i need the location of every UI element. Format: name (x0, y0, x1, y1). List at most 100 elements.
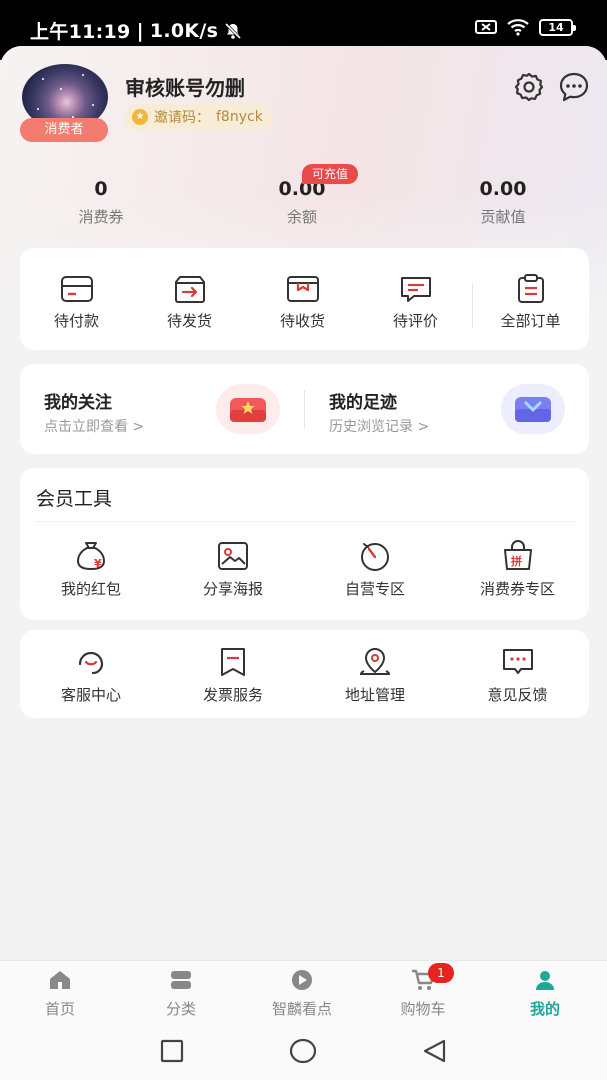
stat-label: 贡献值 (480, 208, 526, 226)
follow-footprint-card: 我的关注 点击立即查看 > 我的足迹 历史浏览记录 > (20, 364, 589, 454)
invite-label: 邀请码： (154, 110, 210, 126)
member-tools-card: 会员工具 ¥ 我的红包 分享海报 自营专区 拼 消费券专区 (20, 468, 589, 620)
tab-label: 购物车 (400, 1000, 446, 1018)
invite-code: f8nyck (216, 109, 263, 125)
order-pending-receipt[interactable]: 待收货 (246, 274, 359, 331)
category-icon (171, 971, 191, 989)
svg-text:¥: ¥ (94, 557, 102, 570)
location-pin-icon (359, 647, 391, 675)
package-icon (286, 276, 319, 302)
order-label: 待发货 (166, 312, 212, 330)
follow-subtitle: 点击立即查看 > (44, 419, 145, 435)
invoice-icon (221, 648, 245, 676)
settings-icon[interactable] (512, 70, 546, 104)
order-label: 全部订单 (500, 312, 561, 330)
timer-icon (361, 543, 389, 571)
service-customer-center[interactable]: 客服中心 (20, 646, 162, 705)
tool-coupon-zone[interactable]: 拼 消费券专区 (446, 540, 589, 599)
stat-coupons[interactable]: 0 消费券 (21, 178, 181, 227)
order-pending-shipment[interactable]: 待发货 (133, 274, 246, 331)
tab-home[interactable]: 首页 (0, 969, 120, 1019)
stat-label: 余额 (286, 208, 317, 226)
tab-label: 智麟看点 (271, 1000, 332, 1018)
service-label: 客服中心 (60, 686, 121, 704)
wifi-icon (507, 19, 529, 36)
stats-row: 0 消费券 0.00 余额 可充值 0.00 贡献值 (0, 164, 607, 234)
tool-share-poster[interactable]: 分享海报 (162, 540, 304, 599)
user-icon (536, 971, 554, 990)
home-button[interactable] (289, 1038, 317, 1064)
order-label: 待评价 (392, 312, 438, 330)
system-nav-bar (0, 1022, 607, 1080)
tab-label: 我的 (529, 1000, 560, 1018)
money-bag-icon: ¥ (77, 542, 105, 570)
tab-label: 分类 (165, 1000, 196, 1018)
wallet-card-icon (60, 276, 93, 302)
role-badge: 消费者 (20, 118, 108, 142)
follow-illustration-icon (216, 384, 280, 434)
comment-icon (400, 277, 431, 302)
tool-label: 我的红包 (60, 580, 121, 598)
status-left: 上午11:19 | 1.0K/s (30, 17, 242, 44)
headset-icon (78, 651, 104, 675)
recharge-tag[interactable]: 可充值 (302, 164, 359, 184)
order-label: 待付款 (53, 312, 99, 330)
stat-label: 消费券 (78, 208, 124, 226)
footprint-subtitle: 历史浏览记录 > (329, 419, 430, 435)
cart-badge: 1 (428, 963, 454, 983)
recents-button[interactable] (160, 1039, 184, 1063)
feedback-icon (502, 649, 533, 674)
order-pending-payment[interactable]: 待付款 (20, 274, 133, 331)
username: 审核账号勿删 (125, 76, 245, 100)
battery-icon: 14 (539, 18, 576, 36)
service-label: 地址管理 (344, 686, 405, 704)
service-invoice[interactable]: 发票服务 (162, 646, 304, 705)
service-feedback[interactable]: 意见反馈 (446, 646, 589, 705)
tab-highlights[interactable]: 智麟看点 (242, 969, 362, 1019)
tool-label: 消费券专区 (479, 580, 555, 598)
coin-icon: ★ (132, 109, 148, 125)
tab-cart[interactable]: 1 购物车 (363, 963, 483, 1019)
service-label: 意见反馈 (487, 686, 548, 704)
status-right: 14 (475, 18, 576, 36)
back-button[interactable] (422, 1039, 448, 1063)
stat-value: 0.00 (479, 178, 527, 200)
tab-label: 首页 (44, 1000, 75, 1018)
poster-icon (218, 542, 248, 570)
footprint-illustration-icon (501, 384, 565, 434)
tool-my-red-packet[interactable]: ¥ 我的红包 (20, 540, 162, 599)
tab-mine[interactable]: 我的 (485, 969, 605, 1019)
stat-value: 0 (94, 178, 108, 200)
box-arrow-icon (174, 276, 205, 303)
services-card: 客服中心 发票服务 地址管理 意见反馈 (20, 630, 589, 718)
stat-contribution[interactable]: 0.00 贡献值 (423, 178, 583, 227)
home-icon (50, 971, 70, 989)
tab-category[interactable]: 分类 (121, 969, 241, 1019)
order-all[interactable]: 全部订单 (472, 274, 589, 331)
follow-title: 我的关注 (44, 393, 112, 413)
service-address[interactable]: 地址管理 (304, 646, 446, 705)
mute-bell-icon (225, 22, 242, 39)
order-label: 待收货 (279, 312, 325, 330)
tool-self-operated-zone[interactable]: 自营专区 (304, 540, 446, 599)
footprint-title: 我的足迹 (329, 393, 397, 413)
status-time: 上午11:19 (30, 21, 131, 43)
network-speed: 1.0K/s (149, 19, 219, 42)
bottom-tab-bar: 首页 分类 智麟看点 1 购物车 我的 (0, 960, 607, 1022)
play-icon (292, 970, 312, 990)
message-icon[interactable] (557, 70, 591, 104)
orders-card: 待付款 待发货 待收货 待评价 全部订单 (20, 248, 589, 350)
order-pending-review[interactable]: 待评价 (359, 274, 472, 331)
tool-label: 分享海报 (202, 580, 263, 598)
my-footprints[interactable]: 我的足迹 历史浏览记录 > (305, 364, 589, 454)
profile-page: 消费者 审核账号勿删 ★ 邀请码： f8nyck 0 消费券 0.00 余额 可… (0, 46, 607, 960)
shopping-bag-icon: 拼 (503, 540, 532, 570)
clipboard-icon (517, 274, 544, 303)
service-label: 发票服务 (202, 686, 263, 704)
member-tools-title: 会员工具 (36, 488, 113, 510)
svg-text:拼: 拼 (511, 554, 522, 568)
sim-icon (475, 20, 497, 34)
stat-balance[interactable]: 0.00 余额 (222, 178, 382, 227)
invite-code-chip[interactable]: ★ 邀请码： f8nyck (124, 104, 273, 130)
my-follows[interactable]: 我的关注 点击立即查看 > (20, 364, 304, 454)
